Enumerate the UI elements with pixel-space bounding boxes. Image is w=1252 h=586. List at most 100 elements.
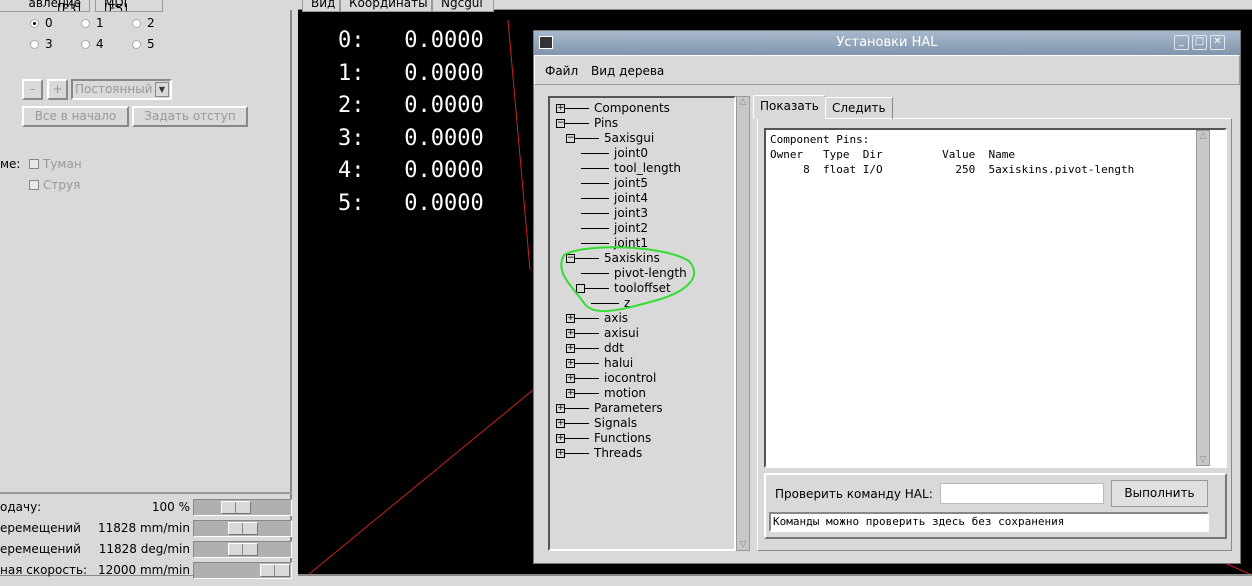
flood-checkbox[interactable]: Струя [29,178,80,192]
tree-item[interactable]: − Pins [550,116,730,131]
window-title: Установки HAL [836,35,938,50]
command-input[interactable] [940,483,1104,504]
radio-label: 1 [96,16,104,30]
slider-thumb[interactable] [228,522,258,535]
menu-file[interactable]: Файл [545,64,578,78]
tree-connector [561,438,589,439]
tree-item[interactable]: joint4 [550,191,730,206]
home-all-button[interactable]: Все в начало [22,106,129,127]
axis-value: 0.0000 [404,28,484,53]
tree-item-label: joint3 [614,206,648,220]
tree-connector [561,453,589,454]
tree-item[interactable]: + Threads [550,446,730,461]
expand-icon[interactable]: + [566,374,575,383]
jog-minus-button[interactable]: - [22,79,43,100]
scroll-down-icon[interactable]: ▽ [1197,455,1209,465]
tree-connector [581,228,609,229]
speed-slider[interactable] [193,520,292,537]
expand-icon[interactable]: + [566,389,575,398]
scroll-up-icon[interactable]: △ [737,97,749,107]
expand-icon[interactable]: + [566,359,575,368]
axis-radio-1[interactable]: 1 [81,16,104,30]
expand-icon[interactable]: + [556,419,565,428]
radio-label: 4 [96,37,104,51]
expand-icon[interactable]: + [566,344,575,353]
tree-item[interactable]: + halui [550,356,730,371]
hal-tree[interactable]: + Components − Pins − 5axisgui joint0 tool_leng… [548,96,736,551]
expand-icon[interactable]: + [556,449,565,458]
tree-item[interactable]: + axisui [550,326,730,341]
scroll-down-icon[interactable]: ▽ [737,540,749,550]
maximize-icon[interactable]: □ [1192,35,1207,50]
title-bar[interactable]: Установки HAL _ □ ✕ [534,31,1240,55]
expand-icon[interactable]: + [556,434,565,443]
tree-item-label: joint4 [614,191,648,205]
tree-connector [561,408,589,409]
tab-watch[interactable]: Следить [825,97,893,119]
axis-label: 0: [338,28,365,53]
jog-plus-button[interactable]: + [47,79,68,100]
tree-item[interactable]: joint5 [550,176,730,191]
menu-tree-view[interactable]: Вид дерева [591,64,664,78]
tree-connector [571,363,599,364]
speed-slider[interactable] [193,541,292,558]
minimize-icon[interactable]: _ [1174,35,1189,50]
tree-item[interactable]: + Parameters [550,401,730,416]
tab-show[interactable]: Показать [753,95,826,119]
status-divider [298,574,1252,576]
run-button[interactable]: Выполнить [1111,480,1208,507]
tree-item[interactable]: − 5axisgui [550,131,730,146]
coordinate-row: 5: 0.0000 [338,191,484,216]
tree-item[interactable]: joint2 [550,221,730,236]
slider-thumb[interactable] [260,564,290,577]
close-icon[interactable]: ✕ [1210,35,1225,50]
tree-item[interactable]: + Functions [550,431,730,446]
tree-item[interactable]: + ddt [550,341,730,356]
speed-slider[interactable] [193,499,292,516]
divider [0,492,292,494]
tree-connector [581,168,609,169]
expand-icon[interactable]: + [556,404,565,413]
jog-mode-select[interactable]: Постоянный ▼ [71,79,172,100]
slider-row: еремещений 11828 mm/min [0,518,298,538]
tree-item[interactable]: + Signals [550,416,730,431]
axis-radio-3[interactable]: 3 [30,37,53,51]
slider-thumb[interactable] [221,501,251,514]
tree-item[interactable]: joint3 [550,206,730,221]
slider-row: одачу: 100 % [0,497,298,517]
tree-scrollbar[interactable]: △ ▽ [736,96,750,551]
touch-off-button[interactable]: Задать отступ [132,106,248,127]
slider-label: ная скорость: [0,563,88,577]
axis-radio-5[interactable]: 5 [132,37,155,51]
menu-bar: Файл Вид дерева [534,55,1240,85]
tree-item[interactable]: + iocontrol [550,371,730,386]
scroll-up-icon[interactable]: △ [1197,131,1209,141]
tree-connector [581,213,609,214]
tree-item[interactable]: + Components [550,101,730,116]
tree-item[interactable]: joint0 [550,146,730,161]
axis-radio-0[interactable]: 0 [30,16,53,30]
speed-slider[interactable] [193,562,292,579]
collapse-icon[interactable]: − [566,134,575,143]
collapse-icon[interactable]: − [556,119,565,128]
mist-label: Туман [43,157,82,171]
hal-config-window: Установки HAL _ □ ✕ Файл Вид дерева + Com… [533,30,1241,564]
tree-item[interactable]: tool_length [550,161,730,176]
tree-item-label: joint0 [614,146,648,160]
mist-checkbox[interactable]: Туман [29,157,82,171]
text-scrollbar[interactable]: △ ▽ [1196,130,1210,466]
tree-item[interactable]: + motion [550,386,730,401]
axis-radio-2[interactable]: 2 [132,16,155,30]
tree-item-label: motion [604,386,647,400]
axis-radio-4[interactable]: 4 [81,37,104,51]
axis-value: 0.0000 [404,125,484,151]
radio-label: 5 [147,37,155,51]
radio-label: 3 [45,37,53,51]
checkbox-icon [29,159,39,169]
expand-icon[interactable]: + [556,104,565,113]
expand-icon[interactable]: + [566,329,575,338]
highlight-annotation [560,246,696,312]
slider-value: 100 % [151,500,190,514]
slider-value: 12000 mm/min [97,563,190,577]
slider-thumb[interactable] [228,543,258,556]
